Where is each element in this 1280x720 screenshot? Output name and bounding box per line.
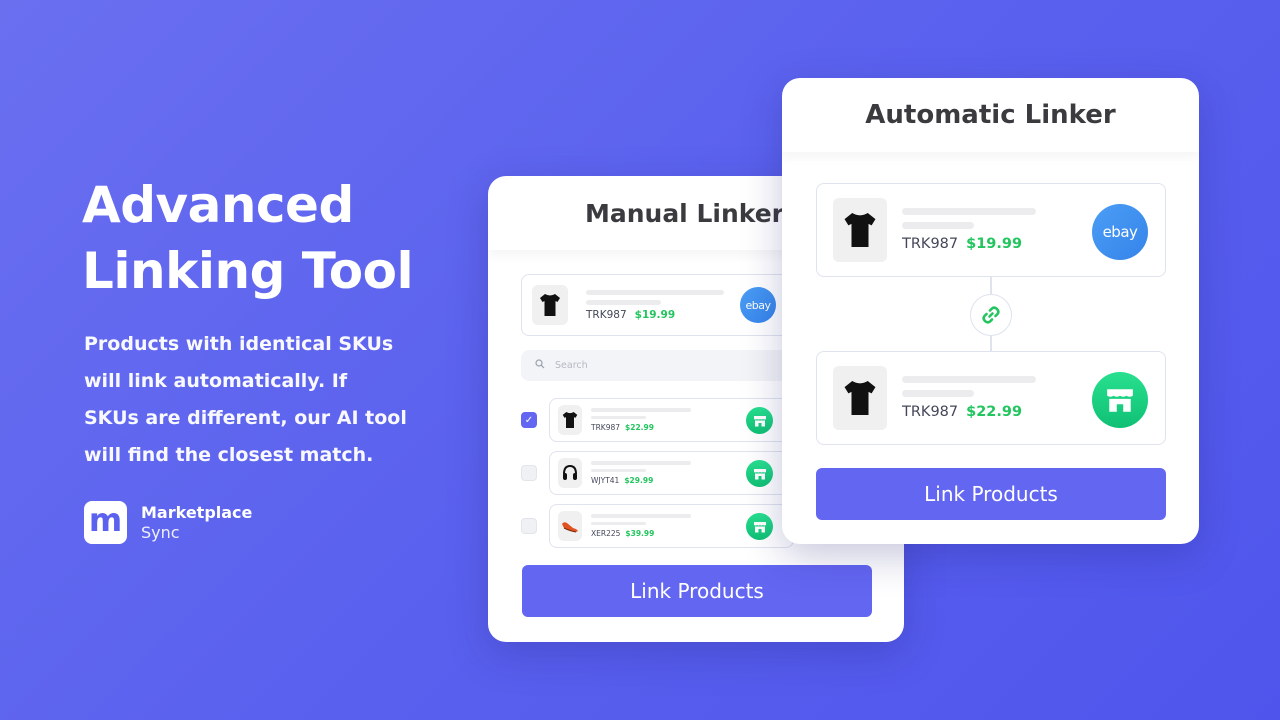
placeholder-line (591, 521, 646, 525)
hero-title-line1: Advanced (82, 176, 354, 234)
brand: m Marketplace Sync (84, 501, 252, 544)
tshirt-image (833, 366, 887, 430)
hero-desc-line: will link automatically. If (84, 370, 348, 392)
manual-linker-title: Manual Linker (584, 198, 784, 228)
store-icon (746, 460, 773, 487)
hero-description: Products with identical SKUs will link a… (84, 326, 414, 474)
ebay-icon: ebay (1092, 204, 1148, 260)
store-icon (1092, 372, 1148, 428)
placeholder-line (591, 514, 691, 518)
auto-link-products-button[interactable]: Link Products (816, 468, 1166, 520)
automatic-linker-title: Automatic Linker (865, 100, 1116, 130)
automatic-linker-header: Automatic Linker (782, 78, 1199, 152)
link-icon (970, 294, 1012, 336)
store-icon (746, 407, 773, 434)
price: $19.99 (634, 308, 676, 321)
tshirt-image (833, 198, 887, 262)
item-checkbox[interactable] (521, 518, 537, 534)
sneaker-image (558, 511, 582, 541)
manual-source-item: TRK987 $19.99 ebay (521, 274, 801, 336)
price: $22.99 (966, 404, 1023, 420)
placeholder-line (591, 415, 646, 419)
placeholder-line (591, 408, 691, 412)
hero-desc-line: SKUs are different, our AI tool (84, 407, 407, 429)
store-icon (746, 513, 773, 540)
item-checkbox[interactable]: ✓ (521, 412, 537, 428)
ebay-icon: ebay (740, 287, 776, 323)
placeholder-line (586, 299, 661, 305)
hero-title-line2: Linking Tool (82, 242, 414, 300)
price: $39.99 (625, 529, 655, 538)
placeholder-line (902, 390, 974, 397)
sku: WJYT41 (591, 476, 620, 485)
connector-line (990, 277, 992, 294)
brand-logo-icon: m (84, 501, 127, 544)
price: $22.99 (625, 423, 654, 432)
placeholder-line (591, 468, 646, 472)
placeholder-line (902, 376, 1036, 383)
connector-line (990, 336, 992, 351)
automatic-linker-card: Automatic Linker TRK987 $19.99 ebay TRK98… (782, 78, 1199, 544)
candidate-item[interactable]: WJYT41 $29.99 (549, 451, 794, 495)
auto-source-item: TRK987 $19.99 ebay (816, 183, 1166, 277)
placeholder-line (902, 222, 974, 229)
sku: TRK987 (902, 404, 959, 420)
search-input[interactable]: Search (521, 350, 801, 381)
headphones-image (558, 458, 582, 488)
placeholder-line (586, 289, 724, 295)
search-icon (535, 359, 545, 372)
hero-title: Advanced Linking Tool (82, 172, 414, 304)
price: $29.99 (624, 476, 654, 485)
candidate-item[interactable]: XER225 $39.99 (549, 504, 794, 548)
search-placeholder: Search (555, 360, 588, 371)
brand-sub: Sync (141, 522, 180, 542)
item-checkbox[interactable] (521, 465, 537, 481)
sku: TRK987 (591, 423, 621, 432)
auto-target-item: TRK987 $22.99 (816, 351, 1166, 445)
tshirt-image (532, 285, 568, 325)
brand-name: Marketplace (141, 502, 253, 522)
candidate-item[interactable]: TRK987 $22.99 (549, 398, 794, 442)
tshirt-image (558, 405, 582, 435)
sku: TRK987 (902, 236, 959, 252)
placeholder-line (902, 208, 1036, 215)
placeholder-line (591, 461, 691, 465)
sku: XER225 (591, 529, 621, 538)
hero-desc-line: will find the closest match. (84, 444, 374, 466)
price: $19.99 (966, 236, 1023, 252)
manual-link-products-button[interactable]: Link Products (522, 565, 872, 617)
sku: TRK987 (586, 308, 627, 321)
hero-desc-line: Products with identical SKUs (84, 333, 394, 355)
